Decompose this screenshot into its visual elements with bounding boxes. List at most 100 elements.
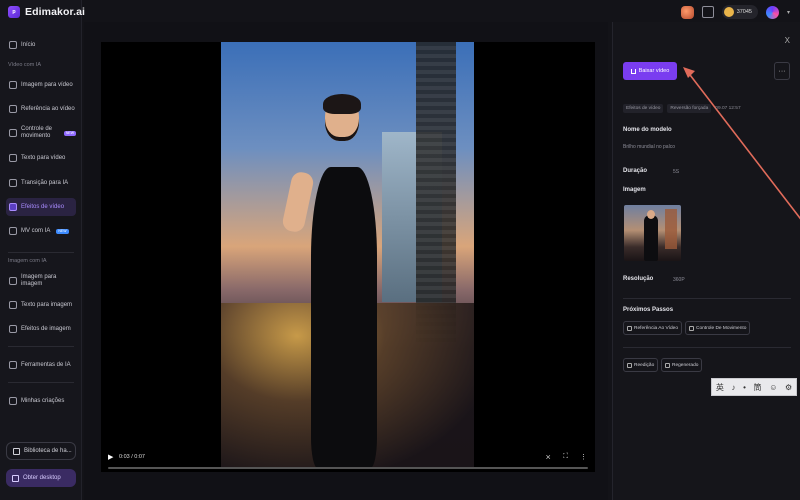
video-player[interactable]: ▶ 0:03 / 0:07 ⨯ ⛶ ⋮ <box>101 42 595 472</box>
reference-video-chip[interactable]: Referência Ao Vídeo <box>623 321 683 335</box>
details-panel: X Baixar vídeo ··· Efeitos de vídeo Reve… <box>612 22 800 500</box>
new-badge: NEW <box>56 228 69 234</box>
regenerate-button[interactable]: Regenerado <box>661 358 703 372</box>
home-icon <box>9 41 17 49</box>
tools-icon <box>9 361 17 369</box>
sidebar-item-ai-tools[interactable]: Ferramentas de IA <box>6 356 76 374</box>
motion-control-chip[interactable]: Controle De Movimento <box>685 321 751 335</box>
reedit-button[interactable]: Reedição <box>623 358 659 372</box>
motion-icon <box>9 129 17 137</box>
topbar-right: 37045 ▾ <box>680 3 790 21</box>
image-icon <box>9 277 17 285</box>
sidebar-item-label: Minhas criações <box>21 397 65 404</box>
sidebar-item-image-to-video[interactable]: Imagem para vídeo <box>6 76 76 94</box>
divider <box>8 346 74 347</box>
ime-settings-icon[interactable]: ⚙ <box>785 383 792 392</box>
sidebar-item-label: MV com IA <box>21 227 51 234</box>
sidebar-item-label: Referência ao vídeo <box>21 105 75 112</box>
chip-label: Reedição <box>634 362 655 368</box>
progress-bar[interactable] <box>108 467 588 469</box>
sidebar-item-label: Ferramentas de IA <box>21 361 71 368</box>
sidebar-item-label: Efeitos de imagem <box>21 325 71 332</box>
chip-label: Regenerado <box>672 362 699 368</box>
effects-icon <box>9 203 17 211</box>
resolution-value: 360P <box>673 277 685 283</box>
effects-icon <box>9 325 17 333</box>
folder-icon <box>9 397 17 405</box>
music-icon <box>9 227 17 235</box>
ime-toolbar: 英 ♪ • 筒 ☺ ⚙ <box>711 378 797 396</box>
more-vertical-icon[interactable]: ⋮ <box>580 453 587 461</box>
sidebar-item-label: Imagem para vídeo <box>21 81 73 88</box>
tag: Efeitos de vídeo <box>623 104 664 113</box>
brand[interactable]: ᵖ Edimakor.ai <box>8 4 85 20</box>
sidebar-item-image-effects[interactable]: Efeitos de imagem <box>6 320 76 338</box>
new-badge: NEW <box>63 130 76 136</box>
divider <box>8 382 74 383</box>
ime-dot-icon[interactable]: • <box>743 383 746 392</box>
video-frame[interactable] <box>221 42 474 468</box>
next-steps-label: Próximos Passos <box>623 307 674 313</box>
playback-time: 0:03 / 0:07 <box>119 454 145 460</box>
get-desktop-label: Obter desktop <box>23 475 61 481</box>
performer-dress <box>311 167 377 468</box>
inbox-icon[interactable] <box>701 6 714 18</box>
ime-lang-icon[interactable]: 英 <box>716 382 724 393</box>
play-icon[interactable]: ▶ <box>108 453 113 461</box>
model-label: Nome do modelo <box>623 127 672 133</box>
model-value: Brilho mundial no palco <box>623 144 675 150</box>
ime-music-icon[interactable]: ♪ <box>731 383 735 392</box>
tags-row: Efeitos de vídeo Reversão forçada 09.07 … <box>623 104 741 113</box>
sidebar-item-video-effects[interactable]: Efeitos de vídeo <box>6 198 76 216</box>
mascot-icon[interactable] <box>680 5 694 19</box>
avatar[interactable] <box>765 5 779 19</box>
performer-arm <box>281 170 315 234</box>
divider <box>623 298 791 299</box>
source-image-thumbnail[interactable] <box>624 205 681 261</box>
close-icon[interactable]: X <box>785 36 790 45</box>
chip-label: Controle De Movimento <box>696 325 747 331</box>
brand-name: Edimakor.ai <box>25 6 86 18</box>
created-date: 09.07 12:57 <box>715 106 741 111</box>
ime-emoji-icon[interactable]: ☺ <box>769 383 777 392</box>
player-controls-right: ⨯ ⛶ ⋮ <box>545 453 587 461</box>
divider <box>623 347 791 348</box>
sidebar: ᵖ Edimakor.ai Início Vídeo com IA Imagem… <box>0 0 85 500</box>
desktop-icon <box>12 474 19 482</box>
sidebar-item-image-to-image[interactable]: Imagem para imagem <box>6 270 76 292</box>
sidebar-item-label: Efeitos de vídeo <box>21 203 65 210</box>
section-label-image: Imagem com IA <box>8 258 47 264</box>
text-icon <box>9 154 17 162</box>
fullscreen-icon[interactable]: ⛶ <box>563 453 568 461</box>
image-icon <box>9 81 17 89</box>
sidebar-item-my-creations[interactable]: Minhas criações <box>6 392 76 410</box>
reference-icon <box>627 325 632 331</box>
motion-icon <box>689 325 694 331</box>
mute-icon[interactable]: ⨯ <box>545 453 551 461</box>
credits-badge[interactable]: 37045 <box>721 5 758 19</box>
ime-traditional-icon[interactable]: 筒 <box>754 382 762 393</box>
download-label: Baixar vídeo <box>638 68 670 74</box>
divider <box>8 252 74 253</box>
transition-icon <box>9 179 17 187</box>
sidebar-item-text-to-video[interactable]: Texto para vídeo <box>6 149 76 167</box>
section-label-video: Vídeo com IA <box>8 62 42 68</box>
sidebar-item-ai-mv[interactable]: MV com IA NEW <box>6 222 76 240</box>
sidebar-item-text-to-image[interactable]: Texto para imagem <box>6 296 76 314</box>
sidebar-item-home[interactable]: Início <box>6 36 76 54</box>
sidebar-item-reference-video[interactable]: Referência ao vídeo <box>6 100 76 118</box>
sidebar-item-label: Imagem para imagem <box>21 274 57 287</box>
reference-icon <box>9 105 17 113</box>
logo-icon: ᵖ <box>8 6 20 18</box>
library-button[interactable]: Biblioteca de ha... <box>6 442 76 460</box>
sidebar-item-label: Texto para vídeo <box>21 154 66 161</box>
thumb-side <box>665 209 677 249</box>
chevron-down-icon[interactable]: ▾ <box>787 9 790 16</box>
download-video-button[interactable]: Baixar vídeo <box>623 62 677 80</box>
text-icon <box>9 301 17 309</box>
get-desktop-button[interactable]: Obter desktop <box>6 469 76 487</box>
performer-hair <box>323 94 361 114</box>
sidebar-item-label: Início <box>21 41 36 48</box>
sidebar-item-ai-transition[interactable]: Transição para IA <box>6 174 76 192</box>
sidebar-item-motion-control[interactable]: Controle de movimento NEW <box>6 122 76 144</box>
